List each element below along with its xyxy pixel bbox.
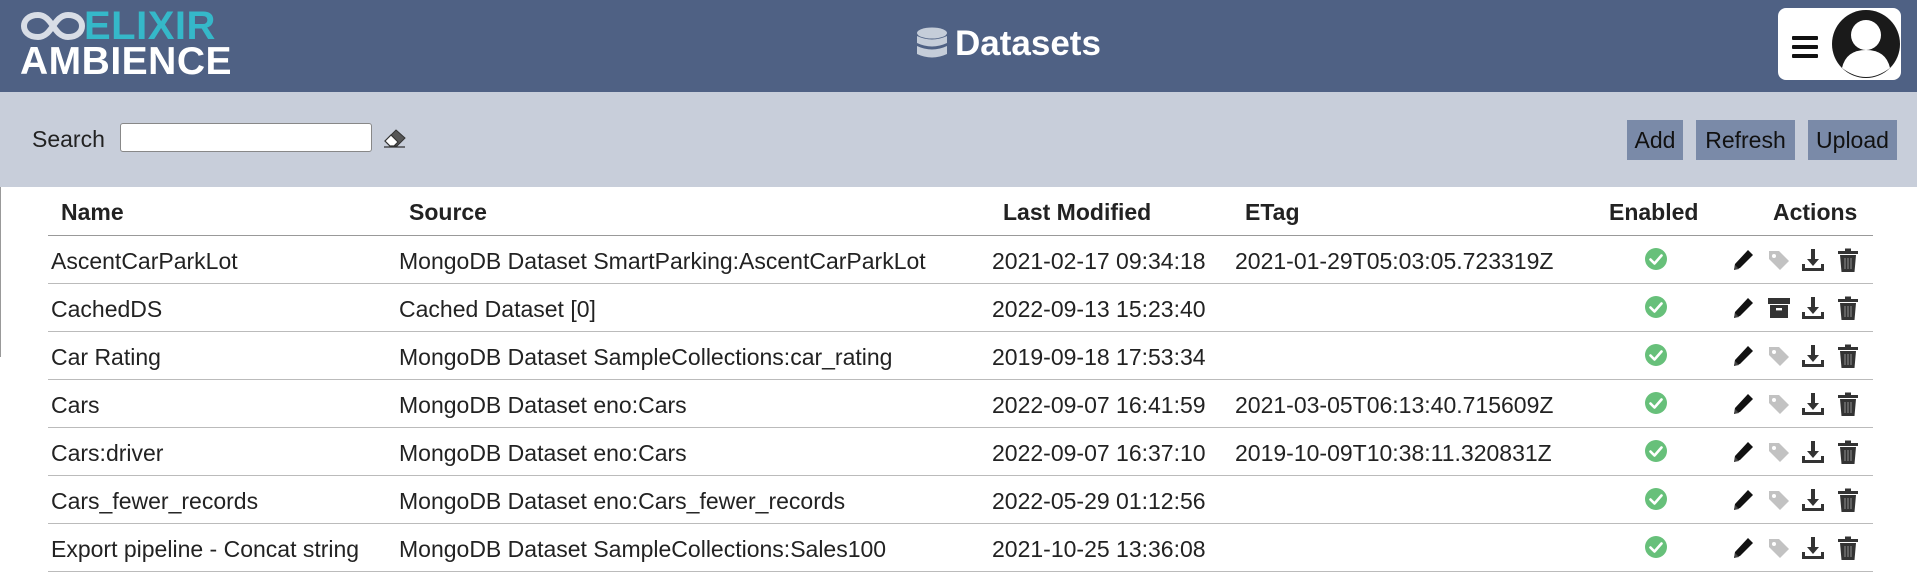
search-input[interactable] [120, 123, 372, 152]
column-header-actions: Actions [1773, 199, 1858, 225]
enabled-check-icon[interactable] [1644, 535, 1668, 559]
edit-pencil-icon[interactable] [1730, 391, 1756, 417]
page-title-group: Datasets [915, 22, 1101, 66]
table-row[interactable]: Export pipeline - Concat string MongoDB … [48, 524, 1873, 572]
page-title: Datasets [955, 24, 1101, 63]
enabled-check-icon[interactable] [1644, 487, 1668, 511]
table-row[interactable]: Cars MongoDB Dataset eno:Cars 2022-09-07… [48, 380, 1873, 428]
dataset-name: Car Rating [51, 344, 161, 370]
delete-trash-icon[interactable] [1835, 295, 1861, 321]
column-header-last-modified[interactable]: Last Modified [1003, 199, 1151, 226]
column-header-name[interactable]: Name [61, 199, 124, 226]
dataset-name: CachedDS [51, 296, 163, 322]
dataset-etag: 2021-01-29T05:03:05.723319Z [1235, 248, 1554, 274]
eraser-clear-icon[interactable] [383, 128, 407, 148]
database-icon [917, 27, 947, 58]
column-header-source[interactable]: Source [409, 199, 487, 226]
dataset-last-modified: 2022-09-13 15:23:40 [992, 296, 1206, 322]
user-avatar-icon[interactable] [1830, 8, 1901, 80]
search-toolbar: Search Add Refresh Upload [0, 92, 1917, 187]
column-header-etag[interactable]: ETag [1245, 199, 1300, 226]
dataset-name: Export pipeline - Concat string [51, 536, 360, 562]
hamburger-menu-icon[interactable] [1792, 36, 1818, 58]
download-icon[interactable] [1800, 439, 1826, 465]
dataset-name: Cars [51, 392, 100, 418]
dataset-source: MongoDB Dataset SampleCollections:car_ra… [399, 344, 893, 370]
dataset-source: Cached Dataset [0] [399, 296, 596, 322]
enabled-check-icon[interactable] [1644, 439, 1668, 463]
table-row[interactable]: CachedDS Cached Dataset [0] 2022-09-13 1… [48, 284, 1873, 332]
dataset-etag: 2019-10-09T10:38:11.320831Z [1235, 440, 1552, 466]
download-icon[interactable] [1800, 247, 1826, 273]
dataset-source: MongoDB Dataset eno:Cars_fewer_records [399, 488, 846, 514]
download-icon[interactable] [1800, 343, 1826, 369]
delete-trash-icon[interactable] [1835, 343, 1861, 369]
header-bar: ELIXIR AMBIENCE Datasets [0, 0, 1917, 92]
datasets-table: Name Source Last Modified ETag Enabled A… [48, 187, 1873, 572]
dataset-name: AscentCarParkLot [51, 248, 238, 274]
edit-pencil-icon[interactable] [1730, 535, 1756, 561]
user-menu[interactable] [1778, 8, 1901, 80]
dataset-etag: 2021-03-05T06:13:40.715609Z [1235, 392, 1554, 418]
tag-icon[interactable] [1766, 391, 1792, 417]
tag-icon[interactable] [1766, 535, 1792, 561]
add-button[interactable]: Add [1627, 120, 1683, 160]
table-body: AscentCarParkLot MongoDB Dataset SmartPa… [48, 236, 1873, 572]
dataset-last-modified: 2019-09-18 17:53:34 [992, 344, 1206, 370]
archive-icon[interactable] [1766, 295, 1792, 321]
dataset-last-modified: 2021-10-25 13:36:08 [992, 536, 1206, 562]
download-icon[interactable] [1800, 295, 1826, 321]
download-icon[interactable] [1800, 391, 1826, 417]
logo-ambience-text: AMBIENCE [20, 40, 233, 83]
dataset-name: Cars:driver [51, 440, 164, 466]
tag-icon[interactable] [1766, 247, 1792, 273]
tag-icon[interactable] [1766, 487, 1792, 513]
edit-pencil-icon[interactable] [1730, 439, 1756, 465]
delete-trash-icon[interactable] [1835, 439, 1861, 465]
elixir-ambience-logo[interactable]: ELIXIR AMBIENCE [20, 4, 233, 83]
dataset-last-modified: 2021-02-17 09:34:18 [992, 248, 1206, 274]
dataset-source: MongoDB Dataset eno:Cars [399, 440, 687, 466]
dataset-source: MongoDB Dataset eno:Cars [399, 392, 687, 418]
upload-button[interactable]: Upload [1808, 120, 1897, 160]
edit-pencil-icon[interactable] [1730, 487, 1756, 513]
edit-pencil-icon[interactable] [1730, 295, 1756, 321]
column-header-enabled[interactable]: Enabled [1609, 199, 1698, 226]
table-header: Name Source Last Modified ETag Enabled A… [48, 187, 1873, 236]
search-label: Search [32, 126, 105, 152]
dataset-source: MongoDB Dataset SmartParking:AscentCarPa… [399, 248, 926, 274]
dataset-last-modified: 2022-05-29 01:12:56 [992, 488, 1206, 514]
table-row[interactable]: Cars_fewer_records MongoDB Dataset eno:C… [48, 476, 1873, 524]
dataset-name: Cars_fewer_records [51, 488, 259, 514]
enabled-check-icon[interactable] [1644, 391, 1668, 415]
delete-trash-icon[interactable] [1835, 247, 1861, 273]
tag-icon[interactable] [1766, 439, 1792, 465]
refresh-button[interactable]: Refresh [1696, 120, 1795, 160]
panel-divider [0, 187, 1, 357]
delete-trash-icon[interactable] [1835, 487, 1861, 513]
enabled-check-icon[interactable] [1644, 343, 1668, 367]
enabled-check-icon[interactable] [1644, 295, 1668, 319]
edit-pencil-icon[interactable] [1730, 247, 1756, 273]
table-row[interactable]: AscentCarParkLot MongoDB Dataset SmartPa… [48, 236, 1873, 284]
tag-icon[interactable] [1766, 343, 1792, 369]
delete-trash-icon[interactable] [1835, 391, 1861, 417]
download-icon[interactable] [1800, 535, 1826, 561]
dataset-source: MongoDB Dataset SampleCollections:Sales1… [399, 536, 887, 562]
edit-pencil-icon[interactable] [1730, 343, 1756, 369]
table-row[interactable]: Car Rating MongoDB Dataset SampleCollect… [48, 332, 1873, 380]
dataset-last-modified: 2022-09-07 16:37:10 [992, 440, 1206, 466]
download-icon[interactable] [1800, 487, 1826, 513]
enabled-check-icon[interactable] [1644, 247, 1668, 271]
table-row[interactable]: Cars:driver MongoDB Dataset eno:Cars 202… [48, 428, 1873, 476]
delete-trash-icon[interactable] [1835, 535, 1861, 561]
dataset-last-modified: 2022-09-07 16:41:59 [992, 392, 1206, 418]
